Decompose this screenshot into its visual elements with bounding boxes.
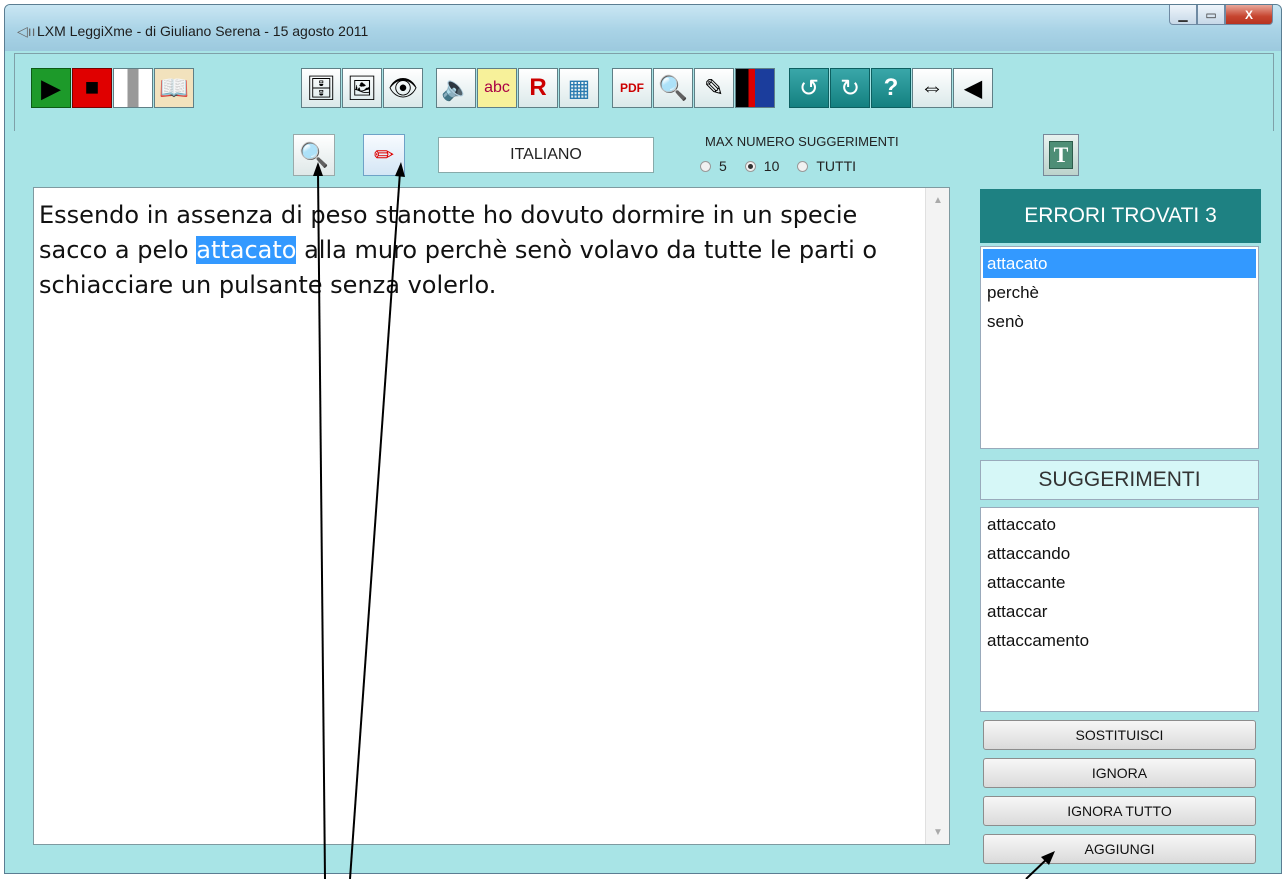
suggestion-item[interactable]: attaccante — [983, 568, 1256, 597]
dictionary-icon: R — [529, 74, 547, 101]
notepad-icon: ✎ — [703, 74, 725, 102]
ignore-button[interactable]: IGNORA — [983, 758, 1256, 788]
swap-icon: ⇔ — [920, 74, 944, 101]
error-item[interactable]: attacato — [983, 249, 1256, 278]
stop-button[interactable]: ■ — [72, 68, 112, 108]
find-button[interactable]: 🔍 — [293, 134, 335, 176]
suggestion-item[interactable]: attaccamento — [983, 626, 1256, 655]
book-button[interactable]: 📖 — [154, 68, 194, 108]
suggestions-list[interactable]: attaccato attaccando attaccante attaccar… — [980, 507, 1259, 712]
pdf-button[interactable]: PDF — [612, 68, 652, 108]
magnifier-icon: 🔍 — [299, 141, 329, 169]
suggestion-item[interactable]: attaccando — [983, 539, 1256, 568]
capture-icon: 🖼 — [346, 74, 378, 102]
play-button[interactable]: ▶ — [31, 68, 71, 108]
speaker-icon: 🔈 — [441, 74, 471, 102]
help-button[interactable]: ? — [871, 68, 911, 108]
editor-scrollbar[interactable]: ▲ ▼ — [925, 188, 949, 844]
suggestion-item[interactable]: attaccato — [983, 510, 1256, 539]
language-field[interactable]: ITALIANO — [438, 137, 654, 173]
search-button[interactable]: 🔍 — [653, 68, 693, 108]
search-icon: 🔍 — [658, 74, 688, 102]
pause-button[interactable] — [113, 68, 153, 108]
errors-header: ERRORI TROVATI 3 — [980, 189, 1261, 243]
scroll-down-icon[interactable]: ▼ — [926, 820, 950, 844]
title-bar[interactable]: ◁ıı LXM LeggiXme - di Giuliano Serena - … — [5, 5, 1281, 51]
capture-button[interactable]: 🖼 — [342, 68, 382, 108]
redo-button[interactable]: ↻ — [830, 68, 870, 108]
minimize-button[interactable]: ▁ — [1169, 5, 1197, 25]
text-format-button[interactable]: T — [1043, 134, 1079, 176]
swap-button[interactable]: ⇔ — [912, 68, 952, 108]
notepad-button[interactable]: ✎ — [694, 68, 734, 108]
text-editor[interactable]: Essendo in assenza di peso stanotte ho d… — [33, 187, 950, 845]
add-button[interactable]: AGGIUNGI — [983, 834, 1256, 864]
back-button[interactable]: ◀ — [953, 68, 993, 108]
maximize-button[interactable]: ▭ — [1197, 5, 1225, 25]
t-icon: T — [1048, 141, 1074, 169]
pen-icon: ✏ — [373, 141, 395, 169]
undo-icon: ↺ — [798, 74, 820, 102]
spellcheck-button[interactable]: abc — [477, 68, 517, 108]
book-icon: 📖 — [159, 74, 189, 102]
speaker-icon: ◁ıı — [17, 23, 36, 39]
pdf-icon: PDF — [620, 81, 644, 95]
spellcheck-icon: abc — [484, 79, 510, 96]
scroll-up-icon[interactable]: ▲ — [926, 188, 950, 212]
correct-button[interactable]: ✏ — [363, 134, 405, 176]
translate-button[interactable] — [735, 68, 775, 108]
editor-text[interactable]: Essendo in assenza di peso stanotte ho d… — [39, 198, 924, 303]
back-icon: ◀ — [963, 74, 983, 102]
calendar-button[interactable]: ▦ — [559, 68, 599, 108]
suggestions-header: SUGGERIMENTI — [980, 460, 1259, 500]
errors-list[interactable]: attacato perchè senò — [980, 246, 1259, 449]
dictionary-button[interactable]: R — [518, 68, 558, 108]
file-cabinet-icon: 🗄 — [305, 74, 337, 102]
calendar-icon: ▦ — [567, 74, 591, 102]
error-item[interactable]: senò — [983, 307, 1256, 336]
max-suggestions-radios: 5 10 TUTTI — [700, 158, 856, 174]
max-suggestions-label: MAX NUMERO SUGGERIMENTI — [705, 134, 899, 149]
speaker-button[interactable]: 🔈 — [436, 68, 476, 108]
suggestion-item[interactable]: attaccar — [983, 597, 1256, 626]
redo-icon: ↻ — [839, 74, 861, 102]
eye-button[interactable]: 👁 — [383, 68, 423, 108]
window-title: LXM LeggiXme - di Giuliano Serena - 15 a… — [37, 23, 369, 39]
file-cabinet-button[interactable]: 🗄 — [301, 68, 341, 108]
help-icon: ? — [883, 74, 899, 101]
highlighted-error: attacato — [196, 236, 297, 264]
eye-icon: 👁 — [387, 74, 419, 102]
error-item[interactable]: perchè — [983, 278, 1256, 307]
close-button[interactable]: X — [1225, 5, 1273, 25]
radio-tutti[interactable]: TUTTI — [797, 158, 856, 174]
window-controls: ▁ ▭ X — [1169, 5, 1273, 27]
radio-5[interactable]: 5 — [700, 158, 727, 174]
replace-button[interactable]: SOSTITUISCI — [983, 720, 1256, 750]
radio-10[interactable]: 10 — [744, 158, 779, 174]
ignore-all-button[interactable]: IGNORA TUTTO — [983, 796, 1256, 826]
undo-button[interactable]: ↺ — [789, 68, 829, 108]
